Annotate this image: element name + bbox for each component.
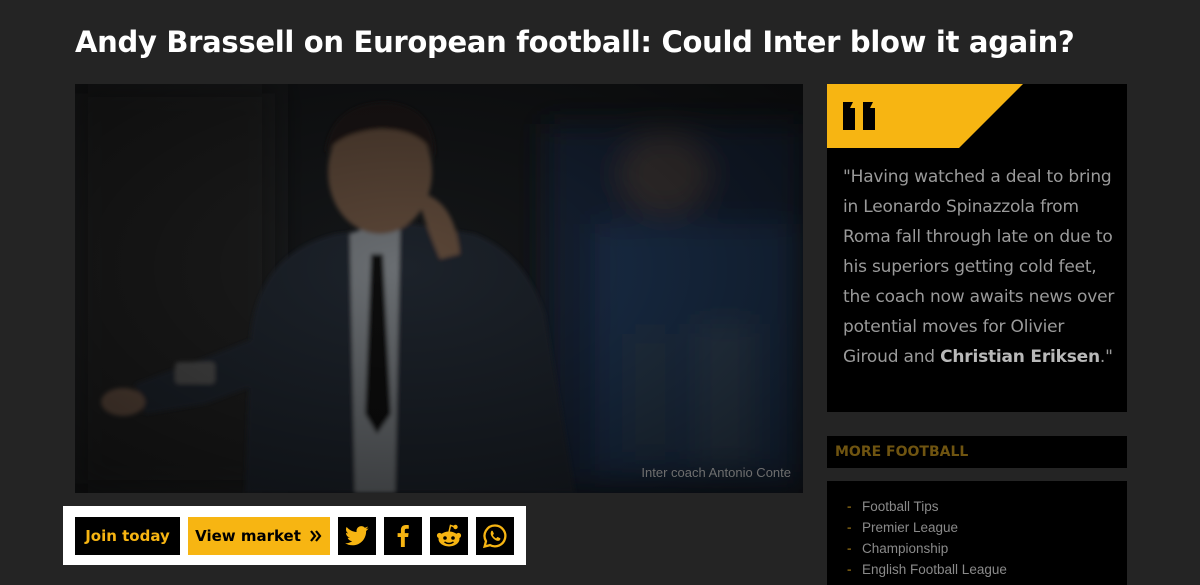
- hero-image: Inter coach Antonio Conte: [75, 84, 803, 493]
- double-chevron-right-icon: [310, 530, 322, 542]
- list-item-football-tips[interactable]: - Football Tips: [827, 496, 1127, 517]
- facebook-icon: [397, 525, 409, 547]
- more-football-list: - Football Tips - Premier League - Champion…: [827, 481, 1127, 585]
- hero-photo: [75, 84, 803, 493]
- join-today-button[interactable]: Join today: [75, 517, 180, 555]
- share-reddit-button[interactable]: [430, 517, 468, 555]
- article-title: Andy Brassell on European football: Coul…: [75, 25, 1075, 59]
- list-item-english-football-league[interactable]: - English Football League: [827, 559, 1127, 580]
- dash-icon: -: [847, 520, 852, 535]
- dash-icon: -: [847, 562, 852, 577]
- quote-body: "Having watched a deal to bring in Leona…: [843, 167, 1115, 367]
- whatsapp-icon: [482, 524, 507, 549]
- quote-text: "Having watched a deal to bring in Leona…: [843, 162, 1115, 372]
- twitter-icon: [345, 526, 369, 546]
- join-today-label: Join today: [85, 527, 170, 545]
- list-item-label: English Football League: [862, 562, 1007, 577]
- list-item-label: Premier League: [862, 520, 959, 535]
- list-item-premier-league[interactable]: - Premier League: [827, 517, 1127, 538]
- view-market-button[interactable]: View market: [188, 517, 330, 555]
- list-item-label: Championship: [862, 541, 949, 556]
- quote-suffix: .": [1099, 347, 1113, 367]
- quote-highlight[interactable]: Christian Eriksen: [940, 347, 1100, 367]
- view-market-label: View market: [195, 527, 301, 545]
- share-twitter-button[interactable]: [338, 517, 376, 555]
- list-item-label: Football Tips: [862, 499, 939, 514]
- reddit-icon: [436, 524, 462, 547]
- dash-icon: -: [847, 499, 852, 514]
- quote-flag: [827, 84, 1023, 148]
- image-caption: Inter coach Antonio Conte: [641, 465, 791, 480]
- share-facebook-button[interactable]: [384, 517, 422, 555]
- list-item-championship[interactable]: - Championship: [827, 538, 1127, 559]
- pull-quote: "Having watched a deal to bring in Leona…: [827, 84, 1127, 412]
- more-football-heading: MORE FOOTBALL: [827, 436, 1127, 468]
- dash-icon: -: [847, 541, 852, 556]
- share-whatsapp-button[interactable]: [476, 517, 514, 555]
